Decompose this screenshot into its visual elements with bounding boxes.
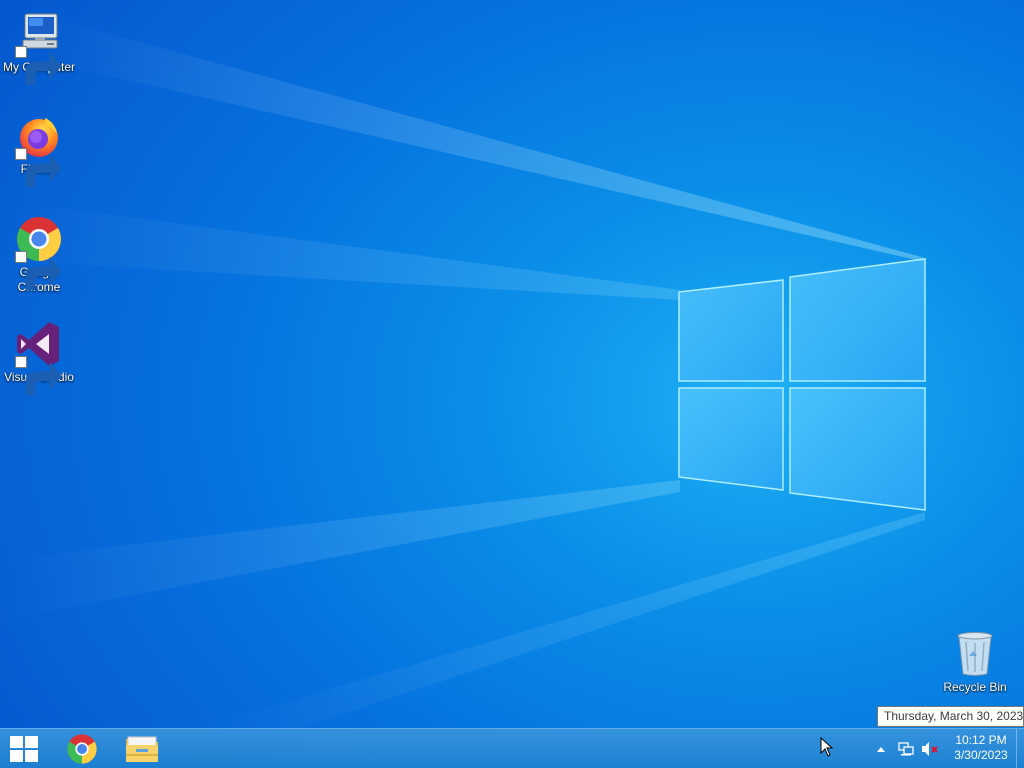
shortcut-arrow-icon bbox=[15, 148, 62, 188]
volume-muted-icon bbox=[922, 742, 938, 756]
desktop-icon-google-chrome[interactable]: Google Chrome bbox=[0, 215, 78, 295]
desktop-icon-label: Recycle Bin bbox=[943, 680, 1007, 694]
desktop-icon-firefox[interactable]: Firefox bbox=[0, 112, 78, 188]
show-hidden-icons-button[interactable] bbox=[874, 729, 888, 768]
volume-tray-button[interactable] bbox=[920, 729, 940, 768]
desktop-icon-recycle-bin[interactable]: Recycle Bin bbox=[936, 630, 1014, 695]
date-tooltip: Thursday, March 30, 2023 bbox=[877, 706, 1024, 727]
tray-date: 3/30/2023 bbox=[954, 748, 1008, 762]
show-desktop-button[interactable] bbox=[1016, 729, 1024, 768]
wallpaper-rays bbox=[0, 20, 925, 728]
tray-clock[interactable]: 10:12 PM 3/30/2023 bbox=[948, 733, 1014, 763]
network-icon bbox=[898, 742, 914, 756]
taskbar-file-explorer-button[interactable] bbox=[116, 729, 168, 768]
show-hidden-icons-icon bbox=[877, 747, 885, 752]
wallpaper-windows-logo bbox=[678, 258, 926, 511]
windows-start-icon bbox=[10, 736, 38, 762]
start-button[interactable] bbox=[0, 729, 48, 768]
shortcut-arrow-icon bbox=[15, 356, 62, 396]
file-explorer-icon bbox=[126, 736, 158, 762]
network-tray-button[interactable] bbox=[896, 729, 916, 768]
mouse-cursor-icon bbox=[820, 737, 834, 757]
taskbar: 10:12 PM 3/30/2023 bbox=[0, 728, 1024, 768]
desktop-icon-my-computer[interactable]: My Computer bbox=[0, 10, 78, 86]
tray-time: 10:12 PM bbox=[955, 733, 1007, 747]
taskbar-chrome-button[interactable] bbox=[56, 729, 108, 768]
chrome-icon bbox=[67, 734, 97, 764]
shortcut-arrow-icon bbox=[15, 251, 62, 291]
shortcut-arrow-icon bbox=[15, 46, 62, 86]
recycle-bin-icon bbox=[957, 632, 993, 676]
desktop-icon-visual-studio[interactable]: Visual Studio bbox=[0, 320, 78, 396]
